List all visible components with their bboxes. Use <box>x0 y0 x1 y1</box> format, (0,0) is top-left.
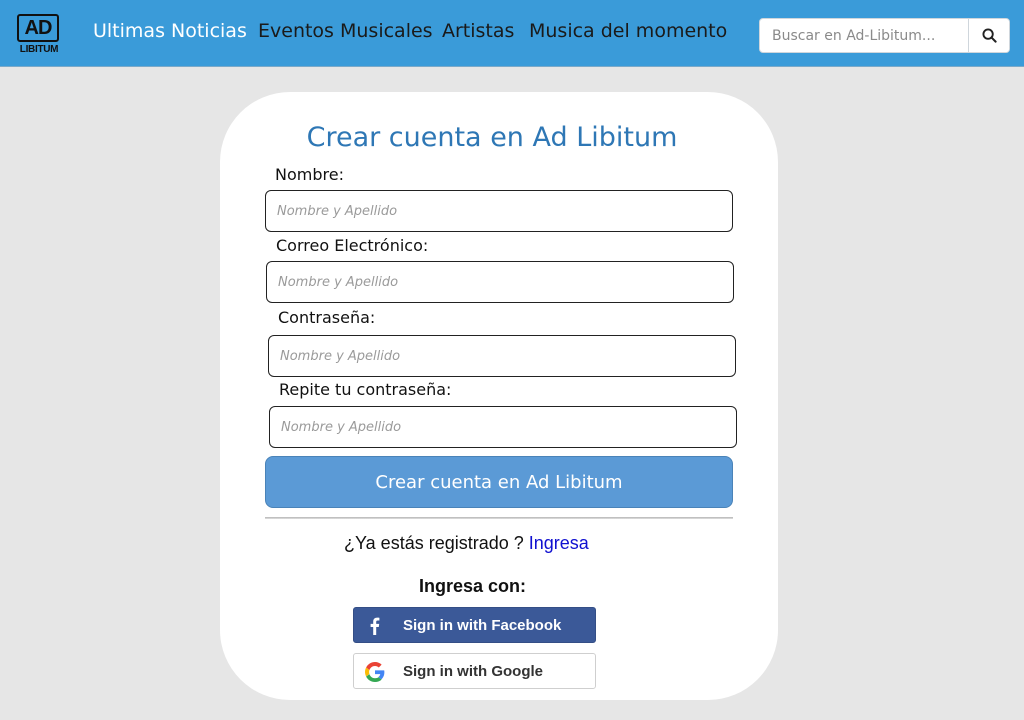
label-correo: Correo Electrónico: <box>276 236 429 255</box>
nav-link-artistas[interactable]: Artistas <box>442 18 514 44</box>
social-login-heading: Ingresa con: <box>418 576 527 596</box>
site-logo[interactable]: AD LIBITUM <box>15 13 63 57</box>
search-button[interactable] <box>968 19 1009 52</box>
nav-link-ultimas-noticias[interactable]: Ultimas Noticias <box>93 18 247 44</box>
search-box <box>759 18 1010 53</box>
logo-subtitle: LIBITUM <box>19 44 59 55</box>
nav-link-eventos-musicales[interactable]: Eventos Musicales <box>258 18 433 44</box>
label-contrasena: Contraseña: <box>278 308 376 327</box>
facebook-signin-button[interactable]: Sign in with Facebook <box>353 607 596 643</box>
google-signin-label: Sign in with Google <box>403 663 543 680</box>
password-input[interactable] <box>268 335 736 377</box>
already-registered-text: ¿Ya estás registrado ? Ingresa <box>344 532 589 554</box>
confirm-password-input[interactable] <box>269 406 737 448</box>
top-navbar: AD LIBITUM Ultimas Noticias Eventos Musi… <box>0 0 1024 67</box>
label-repite-contrasena: Repite tu contraseña: <box>279 380 452 399</box>
already-registered-label: ¿Ya estás registrado ? <box>344 533 524 553</box>
nav-link-musica-del-momento[interactable]: Musica del momento <box>529 18 727 44</box>
search-icon <box>981 28 997 43</box>
facebook-icon <box>364 615 386 637</box>
login-link[interactable]: Ingresa <box>529 533 589 553</box>
search-input[interactable] <box>760 19 970 52</box>
facebook-signin-label: Sign in with Facebook <box>403 617 562 634</box>
google-icon <box>364 661 386 683</box>
form-title: Crear cuenta en Ad Libitum <box>306 122 678 153</box>
divider <box>265 517 733 519</box>
label-nombre: Nombre: <box>275 165 344 184</box>
nombre-input[interactable] <box>265 190 733 232</box>
logo-mark: AD <box>17 14 59 42</box>
create-account-button[interactable]: Crear cuenta en Ad Libitum <box>265 456 733 508</box>
google-signin-button[interactable]: Sign in with Google <box>353 653 596 689</box>
email-input[interactable] <box>266 261 734 303</box>
